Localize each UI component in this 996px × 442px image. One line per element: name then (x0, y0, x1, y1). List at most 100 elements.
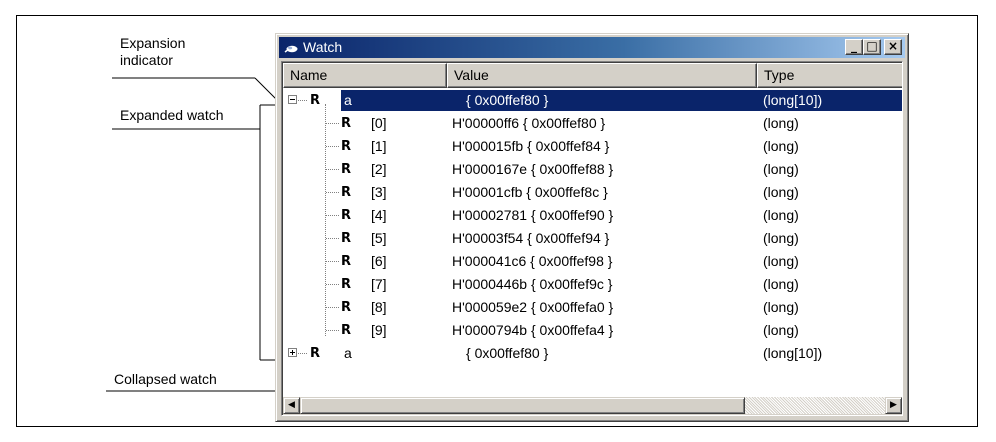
watch-value: H'000015fb { 0x00ffef84 } (452, 138, 610, 154)
column-header-type[interactable]: Type (757, 63, 902, 88)
scroll-right-button[interactable]: ▶ (885, 397, 902, 414)
close-icon: × (887, 39, 899, 53)
scroll-thumb[interactable] (300, 397, 745, 414)
scroll-right-icon: ▶ (890, 400, 897, 410)
watch-row[interactable]: R [9] H'0000794b { 0x00ffefa4 } (long) (283, 319, 902, 342)
register-icon: R (341, 185, 352, 200)
watch-value: H'00001cfb { 0x00ffef8c } (452, 184, 608, 200)
watch-row[interactable]: Ra { 0x00ffef80 } (long[10]) (283, 89, 902, 112)
scroll-left-button[interactable]: ◀ (283, 397, 300, 414)
tree-connector (326, 192, 339, 193)
annotation-expanded-watch: Expanded watch (120, 107, 224, 123)
annotation-expansion-indicator: Expansion indicator (120, 35, 185, 69)
tree-connector (326, 261, 339, 262)
register-icon: R (341, 323, 352, 338)
title-bar[interactable]: Watch _ □ × (279, 37, 905, 58)
window-title: Watch (303, 39, 343, 55)
watch-row[interactable]: R [4] H'00002781 { 0x00ffef90 } (long) (283, 204, 902, 227)
watch-name: [7] (371, 276, 387, 292)
watch-name: a (344, 92, 352, 108)
watch-type: (long) (763, 184, 799, 200)
register-icon: R (341, 254, 352, 269)
tree-connector (326, 307, 339, 308)
register-icon: R (341, 300, 352, 315)
maximize-button[interactable]: □ (863, 39, 881, 55)
annotation-collapsed-watch: Collapsed watch (114, 371, 217, 387)
watch-type: (long) (763, 276, 799, 292)
watch-row[interactable]: Ra { 0x00ffef80 } (long[10]) (283, 342, 902, 365)
watch-name: [4] (371, 207, 387, 223)
watch-type: (long[10]) (763, 345, 823, 361)
watch-row[interactable]: R [6] H'000041c6 { 0x00ffef98 } (long) (283, 250, 902, 273)
register-icon: R (310, 93, 321, 108)
watch-row[interactable]: R [0] H'00000ff6 { 0x00ffef80 } (long) (283, 112, 902, 135)
register-icon: R (341, 208, 352, 223)
watch-name: [3] (371, 184, 387, 200)
tree-branch-line (325, 104, 326, 336)
collapse-toggle-icon[interactable] (288, 95, 297, 104)
watch-app-icon (284, 45, 298, 53)
watch-type: (long) (763, 230, 799, 246)
annotation-expansion-indicator-line1: Expansion (120, 35, 186, 51)
watch-row[interactable]: R [3] H'00001cfb { 0x00ffef8c } (long) (283, 181, 902, 204)
watch-row[interactable]: R [1] H'000015fb { 0x00ffef84 } (long) (283, 135, 902, 158)
column-header-value[interactable]: Value (447, 63, 757, 88)
expand-toggle-icon[interactable] (288, 348, 297, 357)
register-icon: R (341, 139, 352, 154)
tree-connector (326, 146, 339, 147)
tree-connector (326, 284, 339, 285)
watch-row[interactable]: R [2] H'0000167e { 0x00ffef88 } (long) (283, 158, 902, 181)
tree-connector (326, 330, 339, 331)
watch-name: [9] (371, 322, 387, 338)
watch-type: (long) (763, 161, 799, 177)
watch-window: Watch _ □ × Name Value Type Ra { 0x00ffef… (275, 33, 909, 422)
watch-name: a (344, 345, 352, 361)
watch-name: [8] (371, 299, 387, 315)
watch-value: H'00003f54 { 0x00ffef94 } (452, 230, 610, 246)
watch-row[interactable]: R [5] H'00003f54 { 0x00ffef94 } (long) (283, 227, 902, 250)
watch-list[interactable]: Name Value Type Ra { 0x00ffef80 } (long[10… (281, 61, 903, 416)
register-icon: R (341, 116, 352, 131)
watch-type: (long[10]) (763, 92, 823, 108)
watch-value: H'00000ff6 { 0x00ffef80 } (452, 115, 606, 131)
watch-type: (long) (763, 115, 799, 131)
watch-name: [0] (371, 115, 387, 131)
watch-name: [2] (371, 161, 387, 177)
column-header-name[interactable]: Name (283, 63, 447, 88)
tree-connector (326, 169, 339, 170)
watch-type: (long) (763, 253, 799, 269)
register-icon: R (341, 162, 352, 177)
watch-type: (long) (763, 207, 799, 223)
maximize-icon: □ (866, 39, 878, 53)
watch-row[interactable]: R [8] H'000059e2 { 0x00ffefa0 } (long) (283, 296, 902, 319)
minimize-icon: _ (851, 39, 857, 53)
watch-value: { 0x00ffef80 } (466, 345, 549, 361)
horizontal-scrollbar[interactable]: ◀ ▶ (283, 397, 902, 415)
watch-value: H'0000167e { 0x00ffef88 } (452, 161, 614, 177)
watch-value: { 0x00ffef80 } (466, 92, 549, 108)
tree-connector (326, 238, 339, 239)
tree-connector (326, 123, 339, 124)
column-header: Name Value Type (283, 63, 902, 88)
watch-type: (long) (763, 322, 799, 338)
register-icon: R (341, 231, 352, 246)
watch-name: [5] (371, 230, 387, 246)
tree-connector (298, 353, 307, 354)
watch-type: (long) (763, 138, 799, 154)
tree-connector (298, 100, 307, 101)
register-icon: R (310, 346, 321, 361)
watch-row[interactable]: R [7] H'0000446b { 0x00ffef9c } (long) (283, 273, 902, 296)
watch-type: (long) (763, 299, 799, 315)
watch-name: [1] (371, 138, 387, 154)
watch-value: H'000041c6 { 0x00ffef98 } (452, 253, 613, 269)
scroll-left-icon: ◀ (288, 400, 295, 410)
register-icon: R (341, 277, 352, 292)
watch-value: H'0000446b { 0x00ffef9c } (452, 276, 613, 292)
watch-name: [6] (371, 253, 387, 269)
minimize-button[interactable]: _ (845, 39, 863, 55)
close-button[interactable]: × (884, 39, 902, 55)
annotation-expansion-indicator-line2: indicator (120, 52, 173, 68)
tree-connector (326, 215, 339, 216)
watch-value: H'00002781 { 0x00ffef90 } (452, 207, 614, 223)
watch-value: H'000059e2 { 0x00ffefa0 } (452, 299, 614, 315)
